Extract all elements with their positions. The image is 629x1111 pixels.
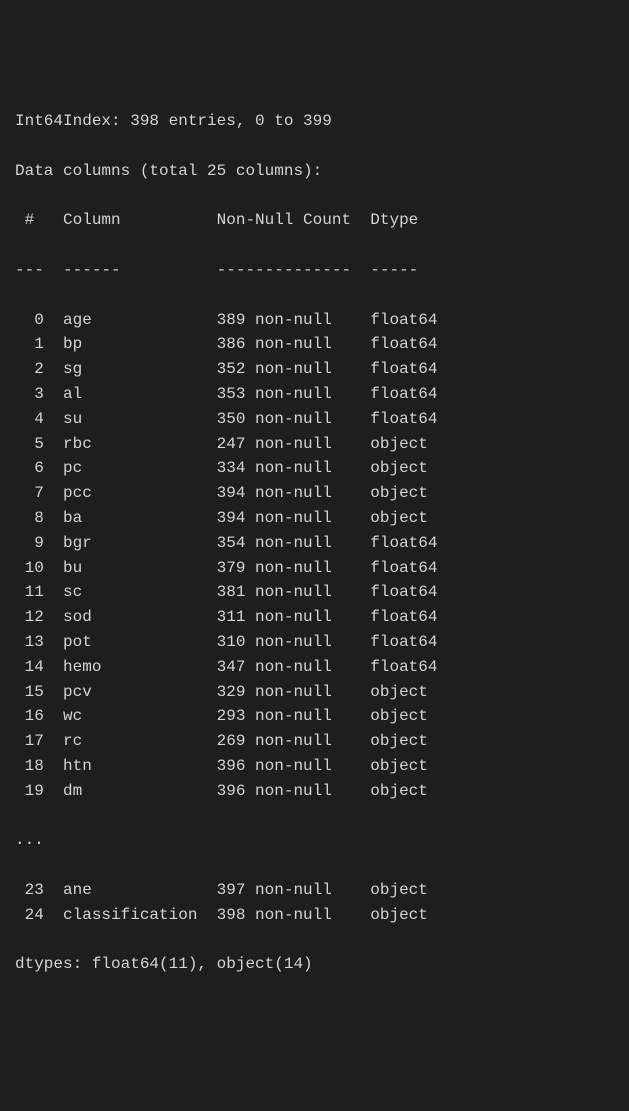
table-row: 3 al 353 non-null float64 bbox=[15, 382, 614, 407]
table-row: 17 rc 269 non-null object bbox=[15, 729, 614, 754]
table-row: 12 sod 311 non-null float64 bbox=[15, 605, 614, 630]
table-row: 6 pc 334 non-null object bbox=[15, 456, 614, 481]
table-row: 13 pot 310 non-null float64 bbox=[15, 630, 614, 655]
table-header: # Column Non-Null Count Dtype bbox=[15, 208, 614, 233]
dtypes-summary: dtypes: float64(11), object(14) bbox=[15, 952, 614, 977]
table-row: 10 bu 379 non-null float64 bbox=[15, 556, 614, 581]
table-row: 8 ba 394 non-null object bbox=[15, 506, 614, 531]
table-row: 19 dm 396 non-null object bbox=[15, 779, 614, 804]
columns-info: Data columns (total 25 columns): bbox=[15, 159, 614, 184]
index-info: Int64Index: 398 entries, 0 to 399 bbox=[15, 109, 614, 134]
table-row: 16 wc 293 non-null object bbox=[15, 704, 614, 729]
table-row: 14 hemo 347 non-null float64 bbox=[15, 655, 614, 680]
table-row: 9 bgr 354 non-null float64 bbox=[15, 531, 614, 556]
table-row: 18 htn 396 non-null object bbox=[15, 754, 614, 779]
ellipsis: ... bbox=[15, 828, 614, 853]
table-row: 5 rbc 247 non-null object bbox=[15, 432, 614, 457]
table-row: 2 sg 352 non-null float64 bbox=[15, 357, 614, 382]
table-row: 4 su 350 non-null float64 bbox=[15, 407, 614, 432]
table-row: 0 age 389 non-null float64 bbox=[15, 308, 614, 333]
table-row: 24 classification 398 non-null object bbox=[15, 903, 614, 928]
table-row: 23 ane 397 non-null object bbox=[15, 878, 614, 903]
table-row: 7 pcc 394 non-null object bbox=[15, 481, 614, 506]
table-row: 15 pcv 329 non-null object bbox=[15, 680, 614, 705]
table-row: 11 sc 381 non-null float64 bbox=[15, 580, 614, 605]
table-separator: --- ------ -------------- ----- bbox=[15, 258, 614, 283]
table-row: 1 bp 386 non-null float64 bbox=[15, 332, 614, 357]
